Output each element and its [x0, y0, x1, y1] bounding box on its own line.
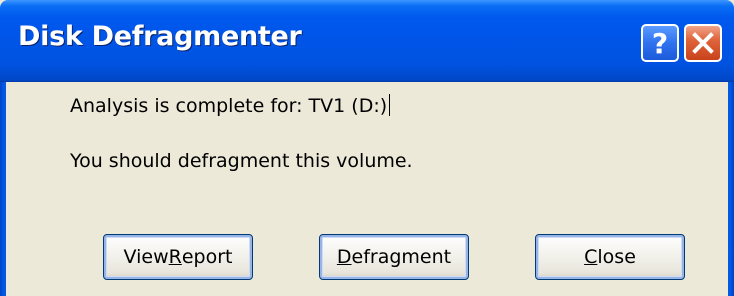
disk-defragmenter-dialog: Disk Defragmenter ? Analysis is complete… [0, 0, 734, 296]
view-report-label-post: eport [181, 246, 233, 268]
text-caret [389, 94, 391, 116]
close-x-icon [692, 32, 714, 54]
analysis-status-label: Analysis is complete for: TV1 (D:) [70, 95, 388, 117]
close-button[interactable]: Close [535, 234, 685, 280]
defragment-button[interactable]: Defragment [319, 234, 469, 280]
window-frame-right [728, 82, 734, 296]
view-report-accel: R [168, 246, 182, 268]
help-button[interactable]: ? [641, 24, 679, 62]
close-accel: C [584, 246, 598, 268]
defragment-label-post: efragment [351, 246, 452, 268]
view-report-button[interactable]: View Report [103, 234, 253, 280]
help-icon: ? [651, 26, 669, 60]
defragment-accel: D [336, 246, 352, 268]
view-report-label-pre: View [123, 246, 169, 268]
window-title: Disk Defragmenter [18, 21, 302, 52]
analysis-status-text: Analysis is complete for: TV1 (D:) [70, 94, 391, 117]
recommendation-text: You should defragment this volume. [70, 150, 413, 172]
close-window-button[interactable] [684, 24, 722, 62]
title-bar[interactable]: Disk Defragmenter ? [0, 0, 734, 82]
close-label-post: lose [597, 246, 636, 268]
